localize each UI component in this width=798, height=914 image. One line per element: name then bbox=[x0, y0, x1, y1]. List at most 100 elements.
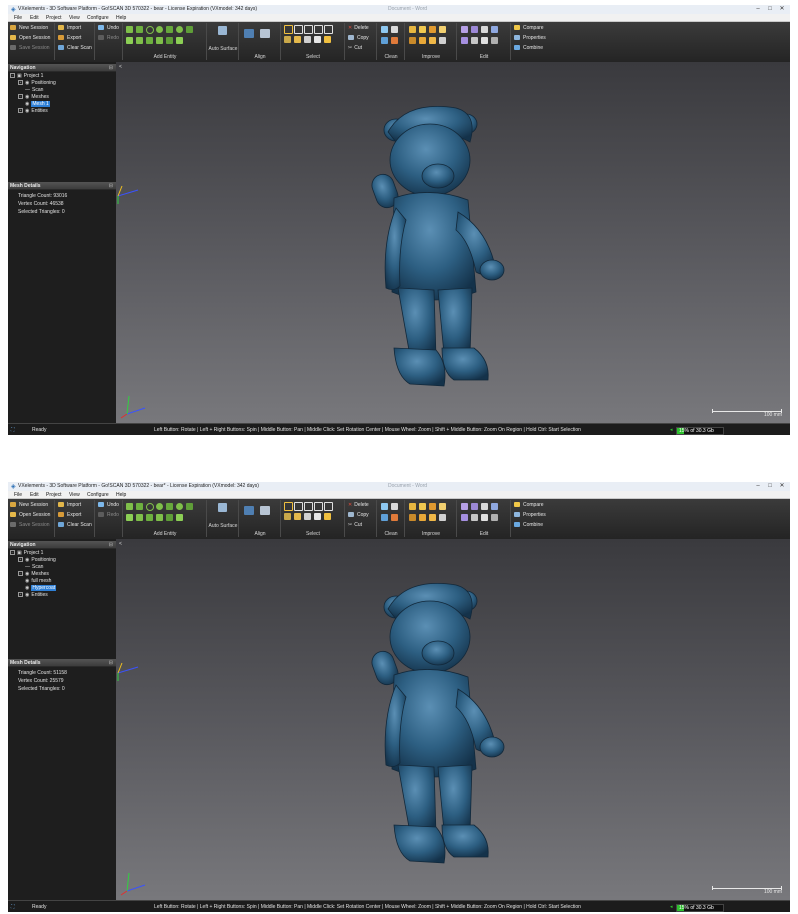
pin-icon[interactable]: ⊟ bbox=[109, 660, 113, 666]
edit-offset-icon[interactable] bbox=[491, 514, 498, 521]
copy-button[interactable]: Copy bbox=[348, 512, 369, 518]
undo-button[interactable]: Undo bbox=[98, 25, 119, 31]
menu-help[interactable]: Help bbox=[116, 492, 126, 498]
tree-item-meshes[interactable]: – ◉ Meshes bbox=[18, 571, 49, 578]
add-line-icon[interactable] bbox=[136, 26, 143, 33]
add-angle-icon[interactable] bbox=[126, 37, 133, 44]
maximize-icon[interactable]: □ bbox=[764, 5, 776, 13]
select-invert-icon[interactable] bbox=[304, 513, 311, 520]
edit-cut-plane-icon[interactable] bbox=[481, 503, 488, 510]
tree-item-project[interactable]: – ▣ Project 1 bbox=[10, 73, 43, 80]
add-plane-icon[interactable] bbox=[126, 503, 133, 510]
add-plane-icon[interactable] bbox=[126, 26, 133, 33]
menu-project[interactable]: Project bbox=[46, 492, 62, 498]
add-sphere-icon[interactable] bbox=[156, 26, 163, 33]
improve-refine-icon[interactable] bbox=[439, 26, 446, 33]
select-brush-icon[interactable] bbox=[284, 36, 291, 43]
close-icon[interactable]: ✕ bbox=[776, 482, 788, 490]
select-polygon-icon[interactable] bbox=[304, 25, 313, 34]
menu-project[interactable]: Project bbox=[46, 15, 62, 21]
delete-button[interactable]: ✕ Delete bbox=[348, 502, 369, 508]
add-layers-icon[interactable] bbox=[176, 37, 183, 44]
add-section-icon[interactable] bbox=[146, 514, 153, 521]
add-angle-icon[interactable] bbox=[126, 514, 133, 521]
add-cone-icon[interactable] bbox=[186, 26, 193, 33]
select-all-icon[interactable] bbox=[324, 502, 333, 511]
add-sphere-icon[interactable] bbox=[156, 503, 163, 510]
combine-button[interactable]: Combine bbox=[514, 45, 543, 51]
add-point-icon[interactable] bbox=[176, 26, 183, 33]
expand-icon[interactable]: – bbox=[18, 571, 23, 577]
eye-icon[interactable]: ◉ bbox=[25, 585, 29, 591]
tree-item-mesh[interactable]: ◉ Mesh 1 bbox=[25, 101, 50, 108]
menu-view[interactable]: View bbox=[69, 492, 80, 498]
menu-edit[interactable]: Edit bbox=[30, 15, 39, 21]
tree-item-scan[interactable]: ⁓ Scan bbox=[25, 564, 43, 571]
expand-icon[interactable]: + bbox=[18, 80, 23, 86]
save-session-button[interactable]: Save Session bbox=[10, 45, 50, 51]
viewport-collapse-toggle[interactable]: < bbox=[119, 64, 122, 70]
undo-button[interactable]: Undo bbox=[98, 502, 119, 508]
expand-icon[interactable]: + bbox=[18, 108, 23, 114]
expand-icon[interactable]: + bbox=[18, 592, 23, 598]
expand-icon[interactable]: – bbox=[18, 94, 23, 100]
clean-spikes-icon[interactable] bbox=[391, 503, 398, 510]
cut-button[interactable]: ✂ Cut bbox=[348, 522, 362, 528]
edit-mirror-icon[interactable] bbox=[471, 503, 478, 510]
tree-item-entities[interactable]: + ◉ Entities bbox=[18, 592, 48, 599]
import-button[interactable]: Import bbox=[58, 25, 81, 31]
select-options-icon[interactable] bbox=[324, 513, 331, 520]
select-polygon-icon[interactable] bbox=[304, 502, 313, 511]
expand-icon[interactable]: – bbox=[10, 550, 15, 556]
edit-transform-icon[interactable] bbox=[461, 26, 468, 33]
minimize-icon[interactable]: – bbox=[752, 482, 764, 490]
auto-surface-group[interactable]: Auto Surface bbox=[208, 500, 239, 537]
menu-help[interactable]: Help bbox=[116, 15, 126, 21]
clean-isolated-icon[interactable] bbox=[381, 26, 388, 33]
export-button[interactable]: Export bbox=[58, 512, 81, 518]
add-layers-icon[interactable] bbox=[176, 514, 183, 521]
open-session-button[interactable]: Open Session bbox=[10, 35, 50, 41]
pin-icon[interactable]: ⊟ bbox=[109, 542, 113, 548]
clear-scan-button[interactable]: Clear Scan bbox=[58, 45, 92, 51]
edit-boolean-icon[interactable] bbox=[491, 26, 498, 33]
improve-fill-holes-icon[interactable] bbox=[409, 503, 416, 510]
edit-boolean-icon[interactable] bbox=[491, 503, 498, 510]
edit-cut-plane-icon[interactable] bbox=[481, 26, 488, 33]
tree-item-positioning[interactable]: + ◉ Positioning bbox=[18, 557, 56, 564]
improve-bridge-icon[interactable] bbox=[409, 514, 416, 521]
improve-smooth-icon[interactable] bbox=[419, 503, 426, 510]
auto-surface-group[interactable]: Auto Surface bbox=[208, 23, 239, 60]
edit-split-icon[interactable] bbox=[471, 37, 478, 44]
select-surface-icon[interactable] bbox=[294, 513, 301, 520]
select-invert-icon[interactable] bbox=[304, 36, 311, 43]
delete-button[interactable]: ✕ Delete bbox=[348, 25, 369, 31]
improve-edit-icon[interactable] bbox=[439, 514, 446, 521]
align-best-fit-icon[interactable] bbox=[244, 506, 254, 515]
edit-transform-icon[interactable] bbox=[461, 503, 468, 510]
pin-icon[interactable]: ⊟ bbox=[109, 183, 113, 189]
properties-button[interactable]: Properties bbox=[514, 512, 546, 518]
select-brush-icon[interactable] bbox=[284, 513, 291, 520]
menu-file[interactable]: File bbox=[14, 492, 22, 498]
clean-noise-icon[interactable] bbox=[381, 37, 388, 44]
redo-button[interactable]: Redo bbox=[98, 35, 119, 41]
viewport-collapse-toggle[interactable]: < bbox=[119, 541, 122, 547]
select-freeform-icon[interactable] bbox=[314, 25, 323, 34]
improve-refine-icon[interactable] bbox=[439, 503, 446, 510]
select-lasso-icon[interactable] bbox=[294, 25, 303, 34]
add-cylinder-icon[interactable] bbox=[166, 26, 173, 33]
add-grid-icon[interactable] bbox=[136, 514, 143, 521]
add-grid-icon[interactable] bbox=[136, 37, 143, 44]
improve-edit-icon[interactable] bbox=[439, 37, 446, 44]
add-cylinder-icon[interactable] bbox=[166, 503, 173, 510]
eye-icon[interactable]: ◉ bbox=[25, 80, 29, 86]
tree-item-scan[interactable]: ⁓ Scan bbox=[25, 87, 43, 94]
select-options-icon[interactable] bbox=[324, 36, 331, 43]
clean-noise-icon[interactable] bbox=[381, 514, 388, 521]
properties-button[interactable]: Properties bbox=[514, 35, 546, 41]
select-freeform-icon[interactable] bbox=[314, 502, 323, 511]
tree-item-meshes[interactable]: – ◉ Meshes bbox=[18, 94, 49, 101]
improve-fill-holes-icon[interactable] bbox=[409, 26, 416, 33]
add-circle-icon[interactable] bbox=[146, 503, 154, 511]
